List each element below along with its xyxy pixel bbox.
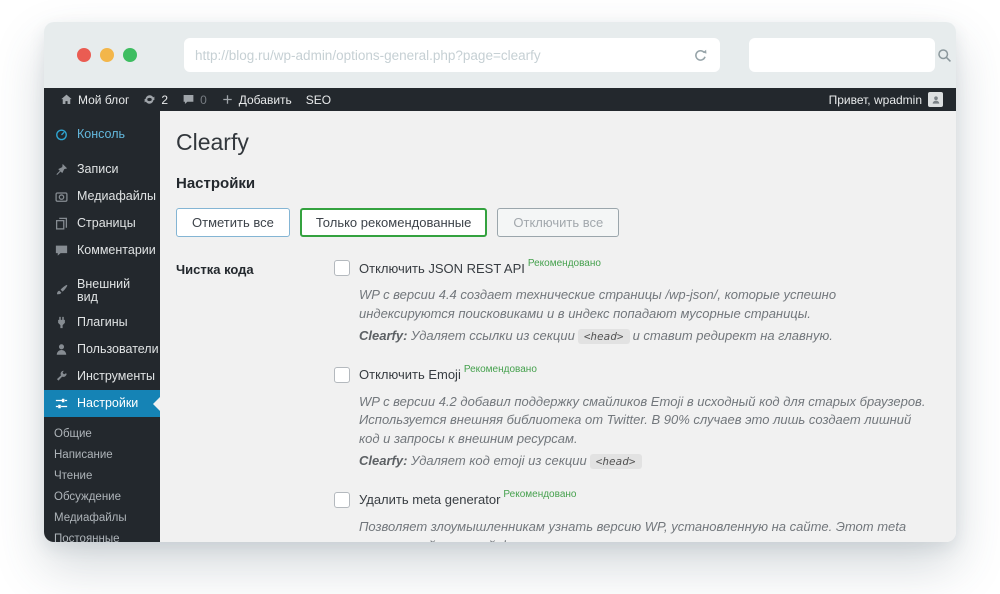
recommended-badge: Рекомендовано [503, 489, 576, 500]
sidebar-label: Пользователи [77, 343, 159, 356]
submenu-item-discussion[interactable]: Обсуждение [44, 486, 160, 507]
minimize-window-button[interactable] [100, 48, 114, 62]
sidebar-item-dashboard[interactable]: Консоль [44, 121, 160, 148]
browser-window: Мой блог 2 0 Добавить SEO Привет, wpadmi… [44, 22, 956, 542]
bulk-actions: Отметить все Только рекомендованные Откл… [176, 208, 934, 237]
address-bar[interactable] [184, 38, 720, 72]
setting-meta-generator: Удалить meta generator Рекомендовано Поз… [334, 492, 934, 542]
checkbox[interactable] [334, 260, 350, 276]
sidebar-item-users[interactable]: Пользователи [44, 336, 160, 363]
recommended-badge: Рекомендовано [464, 364, 537, 375]
wp-admin-sidebar: Консоль Записи Медиафайлы Страницы [44, 111, 160, 542]
sidebar-item-posts[interactable]: Записи [44, 156, 160, 183]
pin-icon [54, 162, 69, 177]
admin-bar-add-new[interactable]: Добавить [214, 88, 299, 111]
sliders-icon [54, 396, 69, 411]
sidebar-label: Внешний вид [77, 278, 152, 303]
updates-count: 2 [161, 93, 168, 107]
comment-icon [54, 243, 69, 258]
browser-chrome [44, 22, 956, 88]
checkbox[interactable] [334, 367, 350, 383]
admin-bar-updates[interactable]: 2 [136, 88, 175, 111]
sidebar-label: Консоль [77, 128, 125, 141]
url-input[interactable] [195, 48, 692, 63]
home-icon [60, 93, 73, 106]
setting-label[interactable]: Удалить meta generator [359, 492, 500, 507]
group-label: Чистка кода [176, 260, 334, 542]
admin-bar-comments[interactable]: 0 [175, 88, 214, 111]
comment-icon [182, 93, 195, 106]
greeting-text: Привет, wpadmin [829, 93, 922, 107]
settings-form: Чистка кода Отключить JSON REST API Реко… [176, 260, 934, 542]
avatar [928, 92, 943, 107]
sidebar-label: Медиафайлы [77, 190, 156, 203]
wp-admin-bar: Мой блог 2 0 Добавить SEO Привет, wpadmi… [44, 88, 956, 111]
admin-bar-account[interactable]: Привет, wpadmin [825, 92, 947, 107]
sidebar-item-appearance[interactable]: Внешний вид [44, 272, 160, 309]
setting-label[interactable]: Отключить Emoji [359, 367, 461, 382]
sidebar-label: Страницы [77, 217, 136, 230]
sidebar-item-pages[interactable]: Страницы [44, 210, 160, 237]
submenu-item-media[interactable]: Медиафайлы [44, 507, 160, 528]
dashboard-icon [54, 127, 69, 142]
sidebar-item-media[interactable]: Медиафайлы [44, 183, 160, 210]
user-icon [54, 342, 69, 357]
brush-icon [54, 283, 69, 298]
search-icon [936, 47, 953, 64]
plus-icon [221, 93, 234, 106]
submenu-item-reading[interactable]: Чтение [44, 465, 160, 486]
submenu-item-general[interactable]: Общие [44, 423, 160, 444]
browser-search-input[interactable] [760, 48, 936, 63]
setting-json-rest-api: Отключить JSON REST API Рекомендовано WP… [334, 260, 934, 346]
submenu-item-writing[interactable]: Написание [44, 444, 160, 465]
disable-all-button[interactable]: Отключить все [497, 208, 619, 237]
code-chip: <head> [590, 454, 642, 469]
sidebar-item-tools[interactable]: Инструменты [44, 363, 160, 390]
settings-submenu: Общие Написание Чтение Обсуждение Медиаф… [44, 417, 160, 542]
reload-icon[interactable] [692, 47, 709, 64]
sidebar-label: Плагины [77, 316, 128, 329]
sidebar-label: Настройки [77, 397, 138, 410]
window-controls [77, 48, 137, 62]
sidebar-label: Записи [77, 163, 119, 176]
user-icon [930, 94, 942, 106]
only-recommended-button[interactable]: Только рекомендованные [300, 208, 488, 237]
checkbox[interactable] [334, 492, 350, 508]
seo-label: SEO [306, 93, 331, 107]
setting-label[interactable]: Отключить JSON REST API [359, 261, 525, 276]
sidebar-item-settings[interactable]: Настройки [44, 390, 160, 417]
settings-page: Clearfy Настройки Отметить все Только ре… [160, 111, 956, 542]
sidebar-label: Инструменты [77, 370, 155, 383]
admin-bar-site-link[interactable]: Мой блог [53, 88, 136, 111]
wrench-icon [54, 369, 69, 384]
close-window-button[interactable] [77, 48, 91, 62]
page-title: Clearfy [176, 129, 934, 156]
code-chip: <head> [578, 329, 630, 344]
sidebar-item-comments[interactable]: Комментарии [44, 237, 160, 264]
admin-bar-seo[interactable]: SEO [299, 88, 338, 111]
submenu-item-permalinks[interactable]: Постоянные ссылки [44, 528, 160, 542]
comments-count: 0 [200, 93, 207, 107]
camera-icon [54, 189, 69, 204]
sidebar-label: Комментарии [77, 244, 156, 257]
select-all-button[interactable]: Отметить все [176, 208, 290, 237]
browser-search-box[interactable] [749, 38, 935, 72]
setting-description: WP с версии 4.2 добавил поддержку смайли… [359, 393, 934, 471]
pages-icon [54, 216, 69, 231]
updates-icon [143, 93, 156, 106]
setting-emoji: Отключить Emoji Рекомендовано WP с верси… [334, 367, 934, 471]
site-name: Мой блог [78, 93, 129, 107]
setting-description: WP с версии 4.4 создает технические стра… [359, 286, 934, 346]
plug-icon [54, 315, 69, 330]
add-new-label: Добавить [239, 93, 292, 107]
sidebar-item-plugins[interactable]: Плагины [44, 309, 160, 336]
maximize-window-button[interactable] [123, 48, 137, 62]
setting-description: Позволяет злоумышленникам узнать версию … [359, 518, 934, 542]
recommended-badge: Рекомендовано [528, 258, 601, 269]
section-title: Настройки [176, 175, 934, 192]
